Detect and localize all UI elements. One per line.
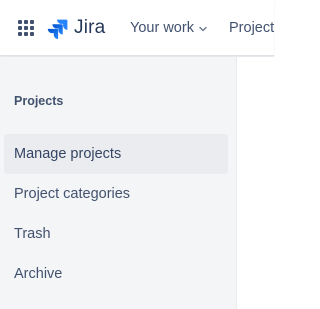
nav-projects-label: Project xyxy=(229,20,275,36)
jira-logo[interactable]: Jira xyxy=(47,16,105,40)
nav-your-work-label: Your work xyxy=(130,20,194,36)
logo-text: Jira xyxy=(74,17,106,38)
sidebar-heading: Projects xyxy=(14,94,64,108)
sidebar-menu: Manage projects Project categories Trash… xyxy=(4,134,228,294)
sidebar-item-label: Manage projects xyxy=(14,146,122,162)
nav-projects-dropdown[interactable]: Project xyxy=(229,16,274,40)
sidebar-item-label: Trash xyxy=(14,226,51,242)
nav-your-work-dropdown[interactable]: Your work xyxy=(130,16,208,40)
sidebar-item-archive[interactable]: Archive xyxy=(4,254,228,294)
app-switcher-grid-icon[interactable] xyxy=(13,15,39,41)
jira-logo-icon xyxy=(47,19,68,39)
main-content xyxy=(238,57,274,309)
sidebar-item-label: Project categories xyxy=(14,186,131,202)
admin-sidebar: Projects Manage projects Project categor… xyxy=(0,57,237,309)
chevron-down-icon xyxy=(199,26,207,32)
sidebar-item-project-categories[interactable]: Project categories xyxy=(4,174,228,214)
top-navigation-bar: Jira Your work Project xyxy=(0,0,274,56)
sidebar-item-manage-projects[interactable]: Manage projects xyxy=(4,134,228,174)
sidebar-item-label: Archive xyxy=(14,266,63,282)
sidebar-item-trash[interactable]: Trash xyxy=(4,214,228,254)
